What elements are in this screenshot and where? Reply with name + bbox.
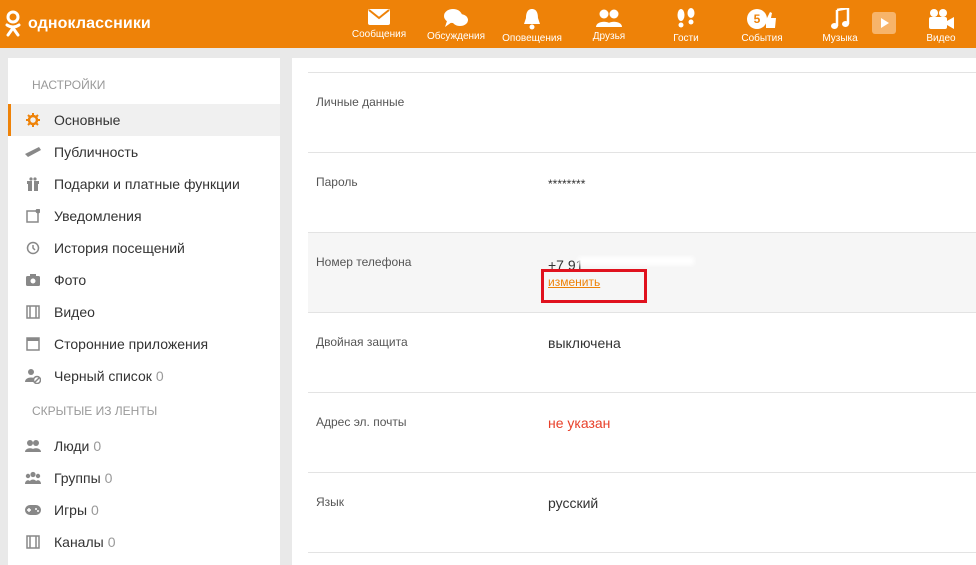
settings-sidebar: НАСТРОЙКИ Основные Публичность Подарки и… [8,58,280,565]
envelope-icon [368,9,390,25]
sidebar-item-label: Видео [54,304,95,320]
sidebar-item-label: Люди [54,438,90,454]
personal-data-label: Личные данные [316,95,405,109]
sidebar-item-label: Публичность [54,144,139,160]
gamepad-icon [25,502,41,518]
sidebar-item-main[interactable]: Основные [8,104,280,136]
chat-bubbles-icon [444,9,468,27]
settings-row-next [308,552,976,565]
phone-redaction [578,257,694,265]
sidebar-item-people[interactable]: Люди 0 [8,430,280,462]
password-label: Пароль [316,175,358,189]
sidebar-item-gifts[interactable]: Подарки и платные функции [8,168,280,200]
sidebar-item-photo[interactable]: Фото [8,264,280,296]
gear-icon [25,112,41,128]
events-icon: 5 [747,9,776,29]
password-value: ******** [548,177,586,191]
footprints-icon [677,8,695,28]
nav-video-play[interactable] [870,0,898,48]
camera-icon [25,272,41,288]
sidebar-item-label: Подарки и платные функции [54,176,240,192]
sidebar-item-label: Фото [54,272,87,288]
brand-name: одноклассники [28,15,151,32]
settings-row-twofa[interactable]: Двойная защита выключена [308,312,976,392]
sidebar-item-video[interactable]: Видео [8,296,280,328]
sidebar-item-history[interactable]: История посещений [8,232,280,264]
nav-music[interactable]: Музыка [818,0,862,48]
sidebar-item-count: 0 [91,502,99,518]
phone-label: Номер телефона [316,255,412,269]
channels-icon [25,534,41,550]
nav-label: Гости [673,33,699,44]
nav-label: Оповещения [502,33,562,44]
nav-video[interactable]: Видео [922,0,960,48]
nav-label: Друзья [592,31,626,42]
window-icon [25,336,41,352]
sidebar-item-channels[interactable]: Каналы 0 [8,526,280,558]
sidebar-item-blacklist[interactable]: Черный список 0 [8,360,280,392]
sidebar-item-label: Основные [54,112,121,128]
nav-label: Музыка [822,33,858,44]
sidebar-item-label: Игры [54,502,88,518]
twofa-label: Двойная защита [316,335,408,349]
sidebar-item-label: Черный список [54,368,152,384]
svg-text:5: 5 [754,12,761,26]
notification-icon [25,208,41,224]
twofa-value: выключена [548,335,621,351]
people-icon [25,438,41,454]
settings-row-personal[interactable]: Личные данные [308,72,976,152]
video-camera-icon [929,9,954,29]
friends-icon [596,9,622,27]
sidebar-item-count: 0 [104,470,113,486]
megaphone-icon [25,144,41,160]
sidebar-item-label: Группы [54,470,101,486]
nav-notifications[interactable]: Оповещения [501,0,563,48]
film-icon [25,304,41,320]
nav-guests[interactable]: Гости [666,0,706,48]
nav-label: События [741,33,783,44]
email-label: Адрес эл. почты [316,415,407,429]
music-note-icon [831,8,850,29]
sidebar-item-count: 0 [107,534,116,550]
sidebar-item-notifications[interactable]: Уведомления [8,200,280,232]
settings-panel: Личные данные Пароль ******** Номер теле… [292,58,976,565]
sidebar-item-label: История посещений [54,240,185,256]
bell-icon [524,9,540,30]
sidebar-item-publicity[interactable]: Публичность [8,136,280,168]
language-label: Язык [316,495,345,509]
language-value: русский [548,495,599,511]
nav-label: Обсуждения [426,31,486,42]
top-bar: одноклассники Сообщения Обсуждения Опове… [0,0,976,48]
highlight-box [541,269,647,303]
nav-friends[interactable]: Друзья [589,0,629,48]
blocked-user-icon [25,368,41,384]
nav-messages[interactable]: Сообщения [351,0,407,48]
nav-events[interactable]: 5 События [738,0,786,48]
settings-section-title: НАСТРОЙКИ [32,78,106,92]
settings-row-phone[interactable]: Номер телефона +7 91 изменить [308,232,976,312]
nav-label: Сообщения [351,29,407,40]
email-value: не указан [548,415,611,431]
sidebar-item-label: Сторонние приложения [54,336,209,352]
sidebar-item-count: 0 [93,438,102,454]
video-play-icon [872,12,896,34]
settings-row-email[interactable]: Адрес эл. почты не указан [308,392,976,472]
groups-icon [25,470,41,486]
brand-logo[interactable]: одноклассники [4,10,151,38]
sidebar-item-count: 0 [155,368,164,384]
sidebar-item-apps[interactable]: Сторонние приложения [8,328,280,360]
sidebar-item-groups[interactable]: Группы 0 [8,462,280,494]
sidebar-item-games[interactable]: Игры 0 [8,494,280,526]
history-icon [25,240,41,256]
sidebar-item-label: Каналы [54,534,104,550]
hidden-section-title: СКРЫТЫЕ ИЗ ЛЕНТЫ [32,404,158,418]
ok-logo-icon [5,10,21,37]
settings-row-password[interactable]: Пароль ******** [308,152,976,232]
sidebar-item-label: Уведомления [54,208,142,224]
settings-row-language[interactable]: Язык русский [308,472,976,552]
gift-icon [25,176,41,192]
nav-discussions[interactable]: Обсуждения [425,0,487,48]
nav-label: Видео [926,33,956,44]
